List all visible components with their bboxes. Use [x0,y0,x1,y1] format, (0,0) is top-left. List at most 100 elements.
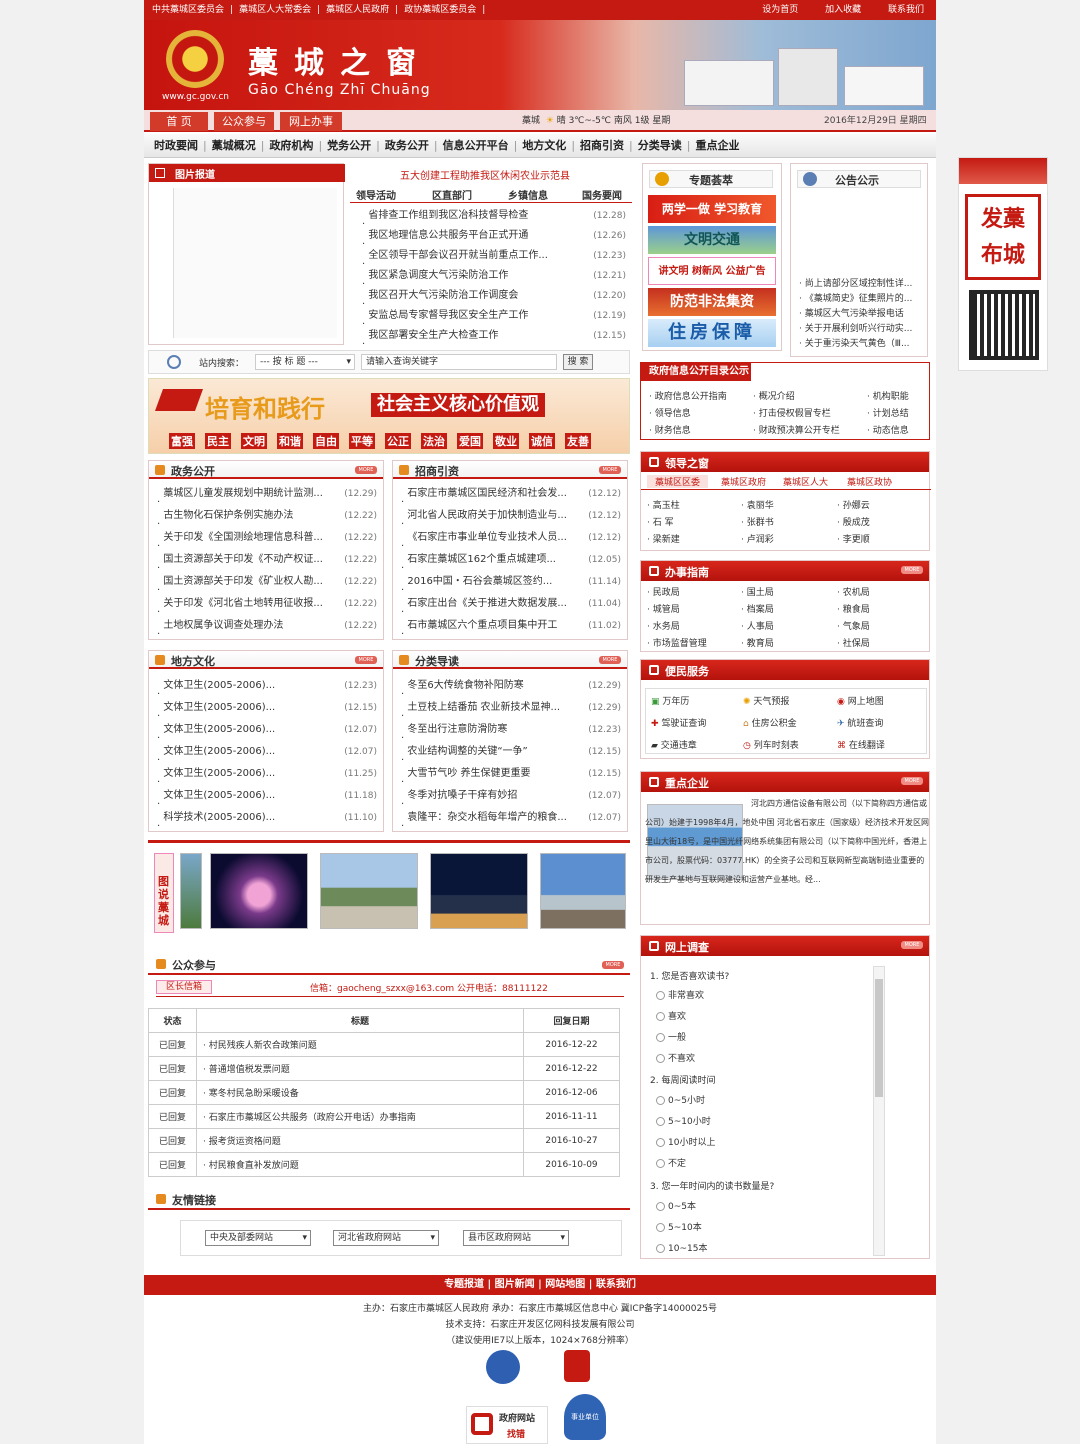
search-button[interactable]: 搜 索 [563,354,593,370]
list-item[interactable]: · 藁城区儿童发展规划中期统计监测... (12.29) [157,483,377,505]
leader-name[interactable]: · 李更顺 [837,532,870,545]
more-button[interactable]: MORE [355,656,377,664]
list-item[interactable]: · 城管局 [647,602,680,615]
menu-item[interactable]: 藁城概况 [212,139,256,152]
tab-leader-activity[interactable]: 领导活动 [356,187,396,202]
list-item[interactable]: · 全区领导干部会议召开就当前重点工作... (12.23) [362,245,626,267]
tab-cppcc[interactable]: 藁城区政协 [847,475,892,488]
survey-option[interactable]: 10小时以上 [656,1135,715,1148]
gallery-photo[interactable] [210,853,308,929]
list-item[interactable]: · 冬至出行注意防滑防寒 (12.23) [401,719,621,741]
list-item[interactable]: · 计划总结 [867,406,909,419]
tab-mayor-mailbox[interactable]: 区长信箱 [156,980,212,994]
more-button[interactable]: MORE [599,656,621,664]
core-values-banner[interactable]: 培育和践行 社会主义核心价值观 富强 民主 文明 和谐 自由 平等 公正 法治 … [148,378,630,454]
list-item[interactable]: · 土豆枝上结番茄 农业新技术显神... (12.29) [401,697,621,719]
table-row[interactable]: 已回复 · 石家庄市藁城区公共服务（政府公开电话）办事指南 2016-11-11 [148,1104,620,1129]
menu-item[interactable]: 党务公开 [327,139,371,152]
list-item[interactable]: · 省排查工作组到我区冶科技督导检查 (12.28) [362,205,626,227]
list-item[interactable]: · 农业结构调整的关键“一争” (12.15) [401,741,621,763]
survey-option[interactable]: 5~10本 [656,1220,702,1233]
list-item[interactable]: · 动态信息 [867,423,909,436]
menu-item[interactable]: 招商引资 [580,139,624,152]
list-item[interactable]: · 《石家庄市事业单位专业技术人员... (12.12) [401,527,621,549]
list-item[interactable]: · 关于开展利剑听兴行动实... [799,321,912,334]
survey-option[interactable]: 非常喜欢 [656,988,704,1001]
list-item[interactable]: · 土地权属争议调查处理办法 (12.22) [157,615,377,637]
list-item[interactable]: · 我区紧急调度大气污染防治工作 (12.21) [362,265,626,287]
seal-badge-icon[interactable] [564,1350,590,1382]
survey-option[interactable]: 喜欢 [656,1009,686,1022]
list-item[interactable]: · 关于印发《全国测绘地理信息科普... (12.22) [157,527,377,549]
service-license[interactable]: ✚ 驾驶证查询 [651,716,706,729]
leader-name[interactable]: · 殷成茂 [837,515,870,528]
table-row[interactable]: 已回复 · 村民残疾人新农合政策问题 2016-12-22 [148,1032,620,1057]
list-item[interactable]: · 尚上请部分区域控制性详... [799,276,912,289]
table-row[interactable]: 已回复 · 村民粮食直补发放问题 2016-10-09 [148,1152,620,1177]
service-map[interactable]: ◉ 网上地图 [837,694,884,707]
topic-banner[interactable]: 文明交通 [648,226,776,254]
links-select-county[interactable]: 县市区政府网站 ▾ [463,1230,569,1246]
topic-banner[interactable]: 讲文明 树新风 公益广告 [648,257,776,285]
gallery-photo[interactable] [180,853,202,929]
list-item[interactable]: · 概况介绍 [753,389,795,402]
menu-item[interactable]: 地方文化 [522,139,566,152]
list-item[interactable]: · 冬至6大传统食物补阳防寒 (12.29) [401,675,621,697]
list-item[interactable]: · 国土资源部关于印发《不动产权证... (12.22) [157,549,377,571]
gallery-photo[interactable] [540,853,626,929]
list-item[interactable]: · 文体卫生(2005-2006)... (11.18) [157,785,377,807]
service-calendar[interactable]: ▣ 万年历 [651,694,689,707]
list-item[interactable]: · 财政预决算公开专栏 [753,423,840,436]
list-item[interactable]: · 文体卫生(2005-2006)... (11.25) [157,763,377,785]
list-item[interactable]: · 水务局 [647,619,680,632]
list-item[interactable]: · 文体卫生(2005-2006)... (12.15) [157,697,377,719]
floating-ad[interactable]: 发藁布城 [958,157,1048,371]
service-weather[interactable]: ✺ 天气预报 [743,694,789,707]
service-translate[interactable]: ⌘ 在线翻译 [837,738,885,751]
footer-links[interactable]: 专题报道 | 图片新闻 | 网站地图 | 联系我们 [144,1275,936,1295]
service-train[interactable]: ◷ 列车时刻表 [743,738,799,751]
leader-name[interactable]: · 张群书 [741,515,774,528]
menu-item[interactable]: 分类导读 [638,139,682,152]
list-item[interactable]: · 古生物化石保护条例实施办法 (12.22) [157,505,377,527]
list-item[interactable]: · 石家庄出台《关于推进大数据发展... (11.04) [401,593,621,615]
list-item[interactable]: · 文体卫生(2005-2006)... (12.07) [157,741,377,763]
top-link[interactable]: 中共藁城区委员会 [152,5,224,15]
police-badge-icon[interactable] [486,1350,520,1384]
topic-banner[interactable]: 防范非法集资 [648,288,776,316]
survey-option[interactable]: 0~5本 [656,1199,696,1212]
institution-badge[interactable]: 事业单位 [564,1394,606,1440]
list-item[interactable]: · 档案局 [741,602,774,615]
list-item[interactable]: · 2016中国・石谷会藁城区签约... (11.14) [401,571,621,593]
list-item[interactable]: · 石市藁城区六个重点项目集中开工 (11.02) [401,615,621,637]
service-traffic[interactable]: ▰ 交通违章 [651,738,697,751]
more-button[interactable]: MORE [901,777,923,785]
list-item[interactable]: · 国土资源部关于印发《矿业权人勘... (12.22) [157,571,377,593]
list-item[interactable]: · 我区部署安全生产大检查工作 (12.15) [362,325,626,347]
leader-name[interactable]: · 石 军 [647,515,674,528]
survey-option[interactable]: 0~5小时 [656,1093,705,1106]
list-item[interactable]: · 冬季对抗嗓子干痒有妙招 (12.07) [401,785,621,807]
table-row[interactable]: 已回复 · 普通增值税发票问题 2016-12-22 [148,1056,620,1081]
tab-congress[interactable]: 藁城区人大 [783,475,828,488]
list-item[interactable]: · 袁隆平：杂交水稻每年增产的粮食... (12.07) [401,807,621,829]
menu-item[interactable]: 信息公开平台 [443,139,509,152]
list-item[interactable]: · 机构职能 [867,389,909,402]
table-row[interactable]: 已回复 · 寒冬村民急盼采暖设备 2016-12-06 [148,1080,620,1105]
list-item[interactable]: · 人事局 [741,619,774,632]
list-item[interactable]: · 我区地理信息公共服务平台正式开通 (12.26) [362,225,626,247]
more-button[interactable]: MORE [901,941,923,949]
leader-name[interactable]: · 袁丽华 [741,498,774,511]
tab-state-news[interactable]: 国务要闻 [582,187,622,202]
tab-towns[interactable]: 乡镇信息 [508,187,548,202]
tab-online-service[interactable]: 网上办事 [280,112,342,131]
leader-name[interactable]: · 卢润彩 [741,532,774,545]
list-item[interactable]: · 打击侵权假冒专栏 [753,406,831,419]
survey-option[interactable]: 5~10小时 [656,1114,711,1127]
photo-slide[interactable] [173,188,337,338]
survey-option[interactable]: 不定 [656,1156,686,1169]
list-item[interactable]: · 河北省人民政府关于加快制造业与... (12.12) [401,505,621,527]
more-button[interactable]: MORE [602,961,624,969]
list-item[interactable]: · 气象局 [837,619,870,632]
menu-item[interactable]: 政府机构 [269,139,313,152]
